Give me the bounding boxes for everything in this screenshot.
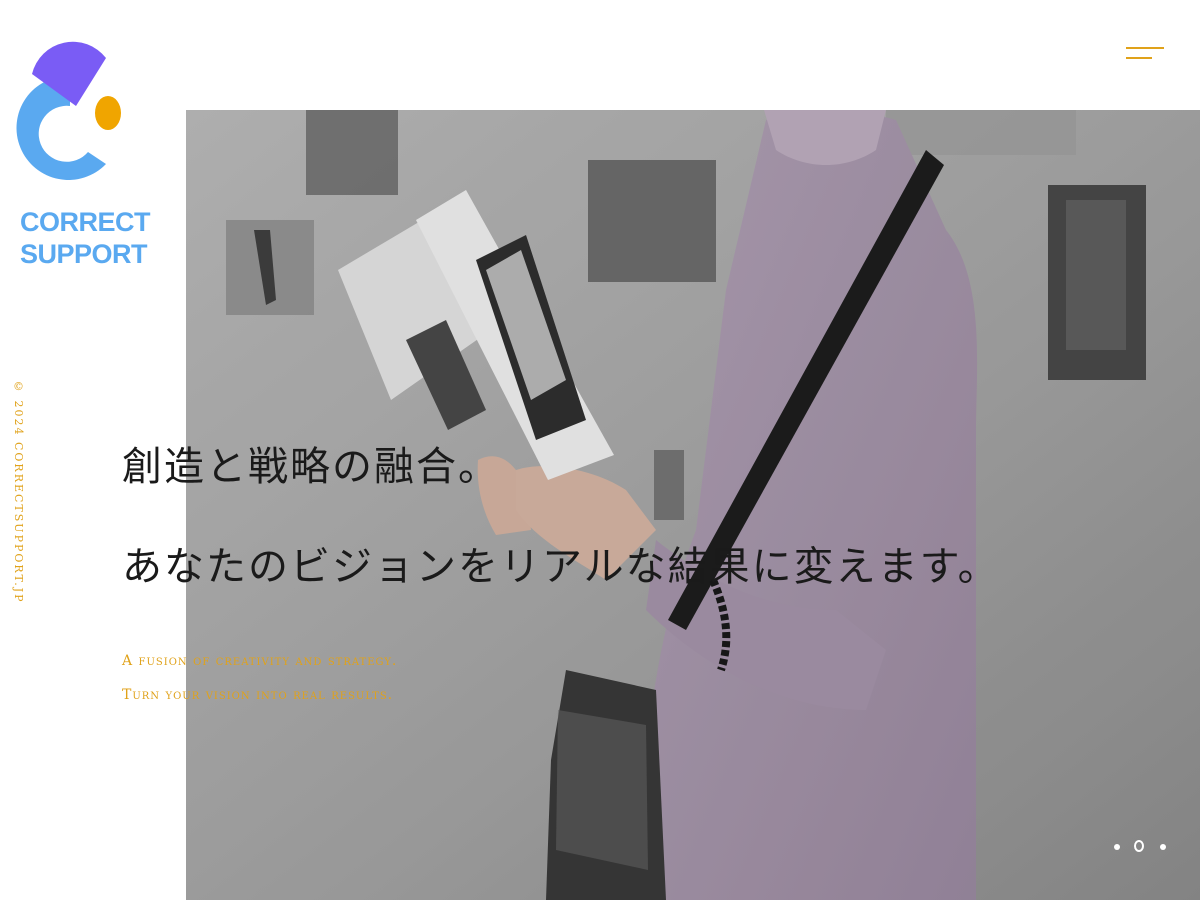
- headline-line2: あなたのビジョンをリアルな結果に変えます。: [122, 544, 1000, 590]
- page: CORRECT SUPPORT © 2024 CORRECTSUPPORT.JP: [0, 0, 1200, 900]
- logo-mark-icon: [16, 41, 121, 180]
- slider-dot-3[interactable]: [1160, 844, 1166, 850]
- site-logo[interactable]: CORRECT SUPPORT: [14, 36, 151, 276]
- hero-subline: A fusion of creativity and strategy. Tur…: [122, 644, 397, 712]
- slider-dot-2-active[interactable]: [1134, 840, 1144, 852]
- slider-dot-1[interactable]: [1114, 844, 1120, 850]
- hamburger-menu-button[interactable]: [1120, 40, 1170, 70]
- slider-pagination: [1110, 838, 1170, 856]
- subline2: Turn your vision into real results.: [122, 687, 394, 703]
- logo-line1: CORRECT: [20, 207, 151, 237]
- copyright-text: © 2024 CORRECTSUPPORT.JP: [12, 380, 25, 604]
- logo-wordmark: CORRECT SUPPORT: [20, 206, 151, 270]
- hero-headline: 創造と戦略の融合。 あなたのビジョンをリアルな結果に変えます。: [122, 432, 1000, 602]
- headline-line1: 創造と戦略の融合。: [122, 444, 500, 490]
- logo-line2: SUPPORT: [20, 239, 148, 269]
- subline1: A fusion of creativity and strategy.: [122, 653, 398, 669]
